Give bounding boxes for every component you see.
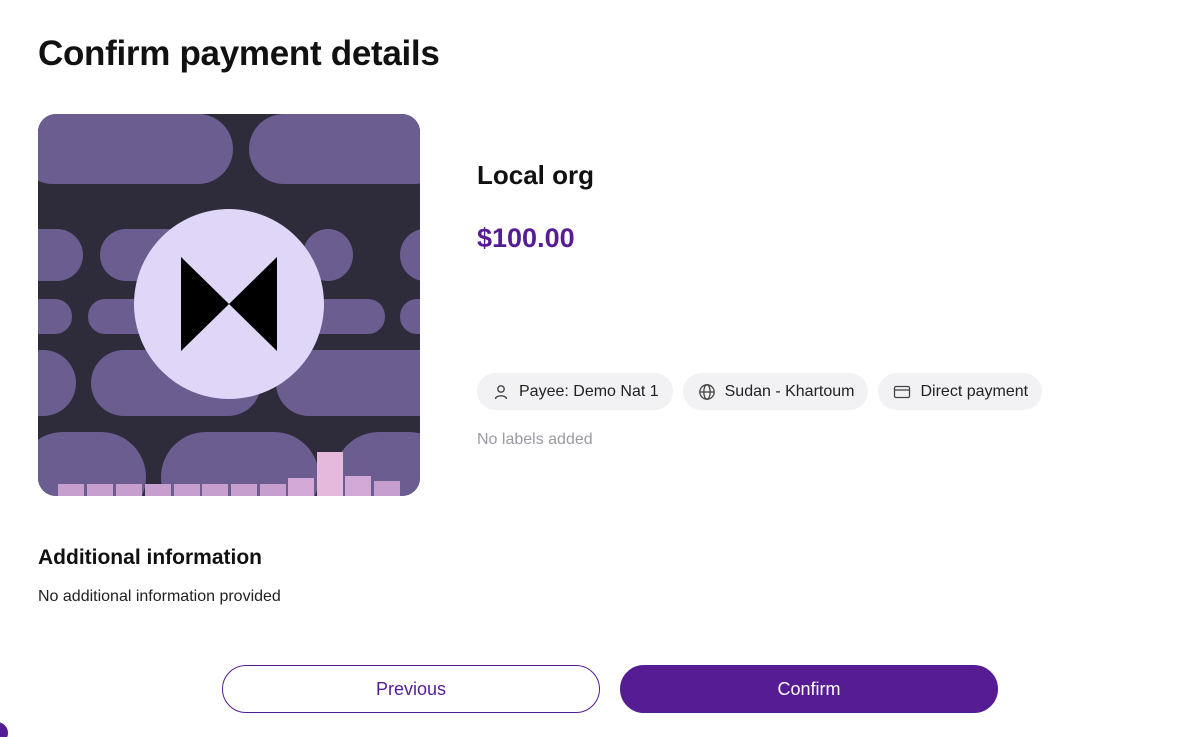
labels-empty-text: No labels added (477, 431, 593, 448)
payment-amount: $100.00 (477, 223, 575, 253)
page-title: Confirm payment details (38, 34, 440, 73)
payee-chip: Payee: Demo Nat 1 (477, 373, 673, 410)
person-icon (491, 382, 511, 402)
recipient-name: Local org (477, 160, 595, 190)
payment-method-chip: Direct payment (878, 373, 1043, 410)
location-chip: Sudan - Khartoum (682, 373, 869, 410)
corner-decoration (0, 722, 8, 737)
confirm-button[interactable]: Confirm (620, 665, 998, 713)
globe-icon (697, 382, 717, 402)
payee-chip-label: Payee: Demo Nat 1 (519, 382, 659, 400)
additional-info-text: No additional information provided (38, 588, 281, 605)
credit-card-icon (892, 382, 912, 402)
location-chip-label: Sudan - Khartoum (724, 382, 855, 400)
recipient-artwork (38, 114, 420, 496)
additional-info-heading: Additional information (38, 546, 262, 569)
payment-method-chip-label: Direct payment (920, 382, 1029, 400)
confirm-payment-page: Confirm payment details Local org $100.0… (0, 0, 1201, 737)
recipient-chips: Payee: Demo Nat 1 Sudan - Khartoum Direc… (477, 373, 1043, 410)
previous-button[interactable]: Previous (222, 665, 600, 713)
